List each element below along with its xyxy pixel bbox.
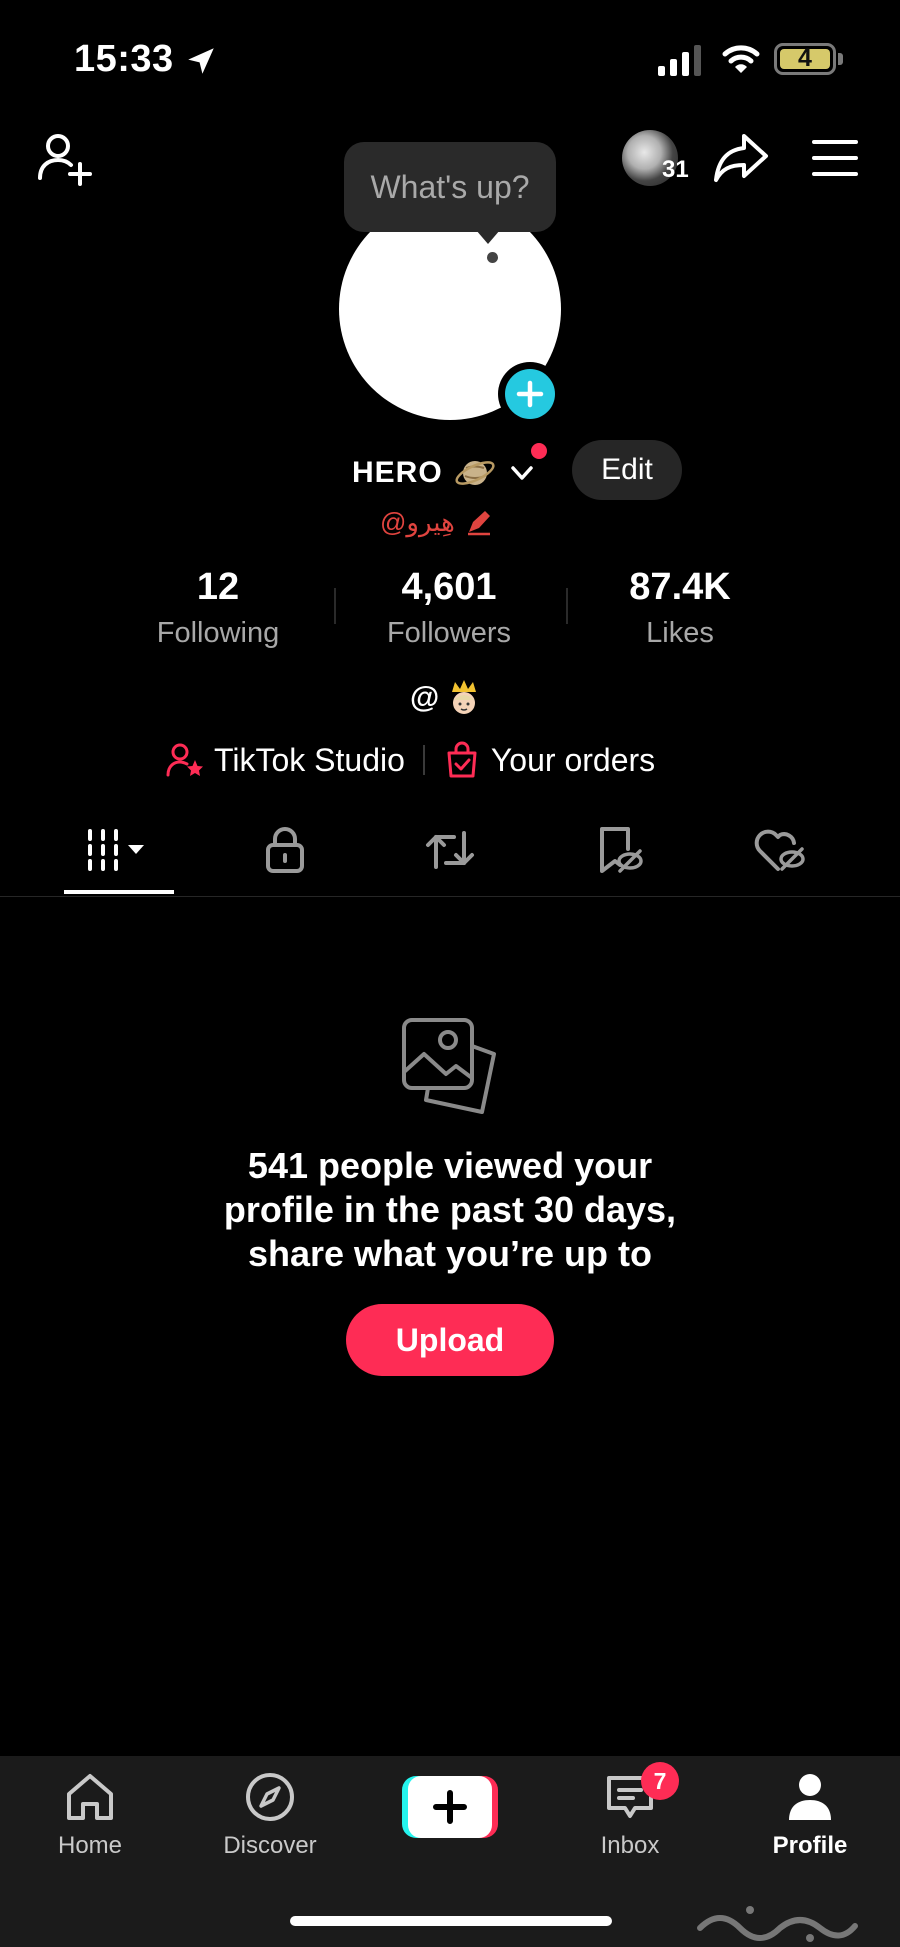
- edit-profile-button[interactable]: Edit: [572, 440, 682, 500]
- create-button[interactable]: [402, 1776, 498, 1838]
- photos-placeholder-icon: [402, 1018, 496, 1114]
- lock-icon: [266, 827, 304, 873]
- stat-divider: [566, 588, 568, 624]
- home-indicator[interactable]: [290, 1916, 612, 1926]
- tooltip-tail: [476, 230, 500, 244]
- profile-bio: @: [410, 678, 483, 718]
- stat-divider: [334, 588, 336, 624]
- profile-person-icon: [789, 1774, 831, 1820]
- nav-home[interactable]: Home: [20, 1770, 160, 1860]
- likes-label: Likes: [646, 617, 714, 649]
- chevron-down-icon: [510, 466, 533, 480]
- empty-message-line: share what you’re up to: [247, 1233, 653, 1274]
- nav-profile[interactable]: Profile: [740, 1770, 880, 1860]
- battery-indicator: 4: [774, 43, 836, 75]
- nav-discover-label: Discover: [223, 1832, 317, 1859]
- nav-home-label: Home: [57, 1832, 123, 1859]
- add-friend-button[interactable]: [36, 130, 96, 190]
- your-orders-label: Your orders: [490, 741, 656, 778]
- active-tab-indicator: [64, 890, 174, 894]
- pencil-icon: [467, 511, 490, 536]
- share-profile-button[interactable]: [712, 130, 770, 186]
- videos-grid-icon: [88, 829, 144, 871]
- tiktok-studio-label: TikTok Studio: [214, 741, 405, 778]
- username: @هِيرو: [380, 506, 455, 537]
- repost-icon: [426, 831, 474, 869]
- followers-stat[interactable]: 4,601 Followers: [349, 566, 549, 650]
- nav-profile-label: Profile: [772, 1832, 848, 1859]
- upload-button[interactable]: Upload: [346, 1304, 554, 1376]
- battery-level: 4: [798, 44, 812, 72]
- bio-text: @: [410, 681, 440, 714]
- notification-dot: [531, 443, 547, 459]
- tab-liked[interactable]: [746, 822, 816, 878]
- menu-button[interactable]: [810, 138, 860, 178]
- username-row[interactable]: @هِيرو: [380, 502, 493, 542]
- hidden-heart-icon: [754, 829, 805, 871]
- likes-stat[interactable]: 87.4K Likes: [580, 566, 780, 650]
- nav-discover[interactable]: Discover: [200, 1770, 340, 1860]
- location-arrow-icon: [188, 48, 214, 74]
- ringed-planet-emoji-icon: [455, 461, 495, 485]
- empty-message-line: 541 people viewed your: [247, 1145, 653, 1186]
- your-orders-link[interactable]: Your orders: [443, 741, 655, 779]
- prince-emoji-icon: [452, 680, 477, 714]
- tabs-divider: [0, 896, 900, 897]
- status-time: 15:33: [74, 38, 174, 80]
- nav-inbox-label: Inbox: [600, 1832, 660, 1859]
- tab-private[interactable]: [250, 822, 320, 878]
- wifi-icon: [722, 45, 760, 73]
- hidden-bookmark-icon: [600, 827, 643, 873]
- add-avatar-button[interactable]: [498, 362, 562, 426]
- nav-inbox[interactable]: Inbox: [560, 1770, 700, 1860]
- compass-icon: [246, 1773, 294, 1821]
- avatar-add-circle: [505, 369, 555, 419]
- share-icon: [714, 134, 768, 182]
- profile-links-row: TikTok Studio Your orders: [166, 736, 655, 784]
- battery-nub: [838, 53, 843, 65]
- plus-icon: [516, 380, 544, 408]
- empty-state-message: 541 people viewed your profile in the pa…: [150, 1144, 750, 1276]
- status-tooltip[interactable]: What's up?: [344, 142, 556, 232]
- tab-reposts[interactable]: [415, 822, 485, 878]
- profile-name-row[interactable]: HERO: [352, 448, 537, 498]
- creator-star-icon: [166, 743, 203, 777]
- cellular-signal-icon: [658, 45, 701, 76]
- following-count: 12: [196, 566, 240, 608]
- followers-count: 4,601: [401, 566, 497, 608]
- profile-name: HERO: [352, 456, 443, 489]
- home-icon: [67, 1774, 113, 1820]
- following-label: Following: [156, 617, 280, 649]
- tooltip-dot: [487, 252, 498, 263]
- empty-message-line: profile in the past 30 days,: [223, 1189, 677, 1230]
- tiktok-studio-link[interactable]: TikTok Studio: [166, 741, 405, 779]
- following-stat[interactable]: 12 Following: [118, 566, 318, 650]
- create-plus-icon: [402, 1776, 498, 1838]
- tab-favorites[interactable]: [584, 822, 654, 878]
- friends-count: 31: [662, 156, 689, 183]
- watermark-logo-icon: [697, 1906, 858, 1942]
- links-divider: [422, 745, 425, 775]
- hamburger-menu-icon: [812, 140, 858, 176]
- likes-count: 87.4K: [629, 566, 731, 608]
- tab-videos[interactable]: [84, 822, 154, 878]
- add-user-icon: [38, 134, 92, 186]
- shopping-bag-icon: [447, 741, 477, 778]
- followers-label: Followers: [386, 617, 512, 649]
- inbox-badge: 7: [641, 1762, 679, 1800]
